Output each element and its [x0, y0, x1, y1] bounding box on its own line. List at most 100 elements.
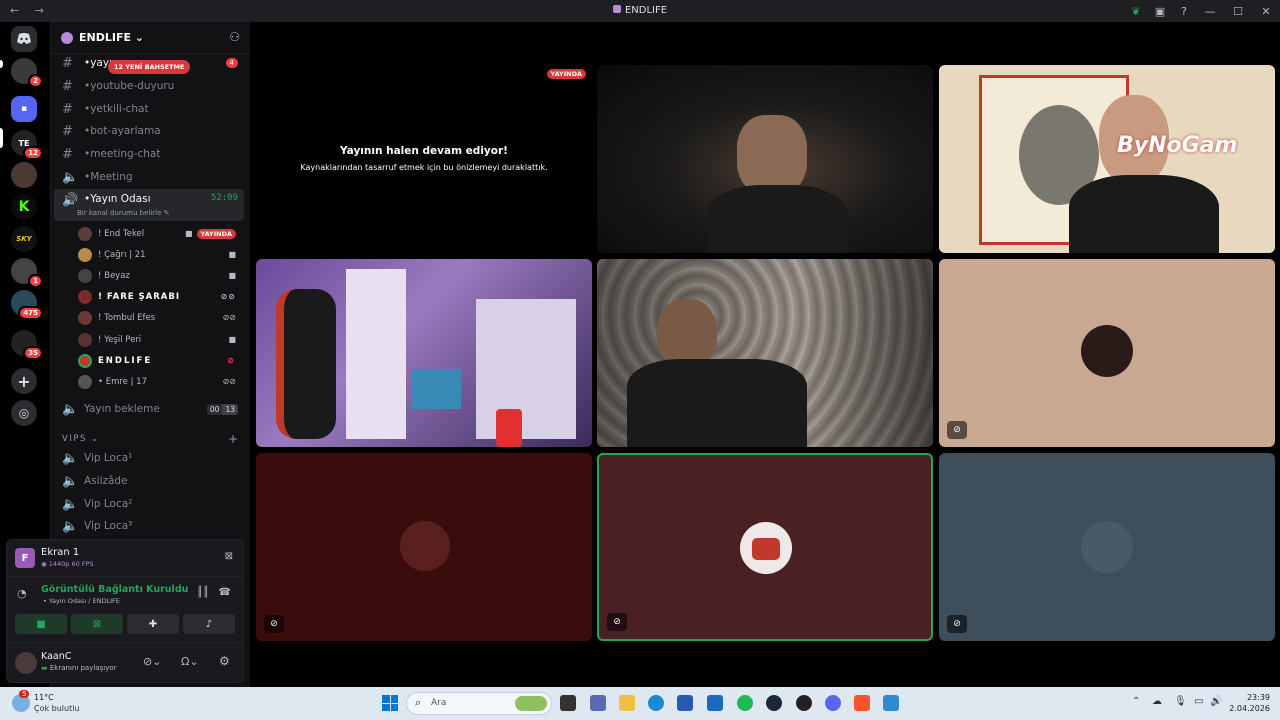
- voice-user[interactable]: • Emre | 17 ⊘⊘: [78, 372, 242, 391]
- channel-meeting-chat[interactable]: # • meeting-chat: [54, 143, 244, 165]
- server-folder[interactable]: 475: [11, 290, 43, 320]
- webcam-tile[interactable]: [597, 65, 933, 253]
- channel-youtube-duyuru[interactable]: # • youtube-duyuru: [54, 75, 244, 97]
- avatar-tile[interactable]: ⊘: [256, 453, 592, 641]
- taskbar: 5 11°C Çok bulutlu ⌕ Ara ⌃ ☁ 🎙 ▭ 🔊 23:39…: [0, 687, 1280, 720]
- copilot-icon[interactable]: [590, 695, 606, 711]
- connection-location[interactable]: • Yayın Odası / ENDLIFE: [43, 597, 120, 605]
- add-server-icon[interactable]: +: [11, 368, 37, 394]
- avatar: [78, 353, 92, 368]
- mic-muted-icon[interactable]: ⊘⌄: [143, 655, 161, 668]
- settings-gear-icon[interactable]: ⚙: [219, 654, 230, 668]
- display-icon[interactable]: ▭: [1194, 696, 1203, 707]
- task-view-icon[interactable]: [560, 695, 576, 711]
- voice-user[interactable]: ! FARE ŞARABI ⊘⊘: [78, 287, 242, 306]
- help-icon[interactable]: ?: [1172, 5, 1196, 18]
- voice-user[interactable]: ! Tombul Efes ⊘⊘: [78, 308, 242, 327]
- brave-icon[interactable]: [854, 695, 870, 711]
- camera-icon: ■: [184, 229, 193, 238]
- hash-icon: #: [62, 55, 73, 71]
- spotify-icon[interactable]: [737, 695, 753, 711]
- user-avatar[interactable]: [15, 652, 37, 674]
- app-icon[interactable]: [883, 695, 899, 711]
- mic-icon[interactable]: 🎙: [1174, 696, 1187, 707]
- user-avatar: [1081, 521, 1133, 573]
- username[interactable]: KaanC: [41, 651, 71, 662]
- webcam-tile[interactable]: [597, 259, 933, 447]
- steam-icon[interactable]: [766, 695, 782, 711]
- discord-home-icon[interactable]: [11, 26, 37, 52]
- server-endlife[interactable]: TE 12: [11, 130, 43, 160]
- weather-temp[interactable]: 11°C: [34, 693, 54, 702]
- server-avatar-4[interactable]: 35: [11, 330, 43, 360]
- discord-taskbar-icon[interactable]: [825, 695, 841, 711]
- channel-status-input[interactable]: Bir kanal durumu belirle ✎: [77, 209, 170, 217]
- channel-vip-loca-2[interactable]: 🔈 Vip Loca²: [54, 493, 244, 515]
- minimize-button[interactable]: —: [1196, 5, 1224, 18]
- gaming-chair: [276, 289, 336, 439]
- invite-icon[interactable]: ⚇: [229, 30, 240, 44]
- volume-icon[interactable]: 🔊: [1210, 696, 1222, 707]
- screen-share-button[interactable]: ⊠: [71, 614, 123, 634]
- disconnect-icon[interactable]: ☎: [219, 587, 231, 598]
- voice-user[interactable]: ! Çağrı | 21 ■: [78, 245, 242, 264]
- server-avatar-2[interactable]: [11, 162, 37, 188]
- webcam-tile[interactable]: ByNoGam: [939, 65, 1275, 253]
- category-vips[interactable]: VIPS ⌄: [62, 434, 100, 444]
- headphones-icon[interactable]: Ω⌄: [181, 655, 199, 668]
- kick-icon[interactable]: K: [11, 194, 37, 220]
- windows-start-icon[interactable]: [382, 695, 398, 711]
- clock-date[interactable]: 2.04.2026: [1226, 704, 1270, 713]
- weather-desc[interactable]: Çok bulutlu: [34, 704, 80, 713]
- outlook-icon[interactable]: [707, 695, 723, 711]
- mic-muted-icon: ⊘: [947, 421, 967, 439]
- avatar-tile[interactable]: ⊘: [939, 259, 1275, 447]
- sky-icon[interactable]: SKY: [11, 226, 37, 252]
- obs-icon[interactable]: [796, 695, 812, 711]
- shelf: [476, 299, 576, 439]
- cloud-icon[interactable]: ☁: [1152, 696, 1162, 707]
- voice-user[interactable]: ! End Tekel ■ YAYINDA: [78, 224, 242, 243]
- maximize-button[interactable]: ☐: [1224, 5, 1252, 18]
- new-mentions-pill[interactable]: 12 YENİ BAHSETME: [108, 60, 191, 74]
- paused-stream-tile[interactable]: YAYINDA Yayının halen devam ediyor! Kayn…: [256, 65, 592, 253]
- channel-bot-ayarlama[interactable]: # • bot-ayarlama: [54, 120, 244, 142]
- stop-stream-icon[interactable]: ⊠: [225, 551, 233, 562]
- explore-icon[interactable]: ◎: [11, 400, 37, 426]
- search-icon: ⌕: [415, 696, 422, 709]
- signal-icon[interactable]: ◔: [17, 587, 27, 600]
- avatar-tile[interactable]: ⊘: [939, 453, 1275, 641]
- voice-user[interactable]: ENDLIFE ⊘: [78, 351, 242, 370]
- store-icon[interactable]: [677, 695, 693, 711]
- webcam-tile[interactable]: [256, 259, 592, 447]
- channel-meeting[interactable]: 🔈 • Meeting: [54, 166, 244, 188]
- channel-yayin-bekleme[interactable]: 🔈 Yayın bekleme 00 13: [54, 398, 244, 420]
- leaf-icon[interactable]: ❦: [1124, 5, 1148, 18]
- dm-avatar[interactable]: 2: [11, 58, 43, 88]
- pencil-icon: ✎: [163, 209, 170, 217]
- inbox-icon[interactable]: ▣: [1148, 5, 1172, 18]
- channel-asilzade[interactable]: 🔈 Asilzâde: [54, 470, 244, 492]
- tray-overflow-icon[interactable]: ⌃: [1132, 696, 1140, 707]
- noise-suppression-icon[interactable]: ║║: [197, 587, 209, 598]
- server-header[interactable]: ENDLIFE ⌄ ⚇: [51, 22, 250, 54]
- channel-vip-loca-1[interactable]: 🔈 Vip Loca¹: [54, 447, 244, 469]
- voice-user[interactable]: ! Beyaz ■: [78, 266, 242, 285]
- add-channel-icon[interactable]: +: [228, 432, 238, 446]
- avatar-tile-speaking[interactable]: ⊘: [597, 453, 933, 641]
- edge-icon[interactable]: [648, 695, 664, 711]
- speaker-icon: 🔈: [62, 401, 79, 417]
- soundboard-button[interactable]: ♪: [183, 614, 235, 634]
- camera-button[interactable]: ■: [15, 614, 67, 634]
- activities-button[interactable]: ✚: [127, 614, 179, 634]
- channel-vip-loca-3[interactable]: 🔈 Vip Loca³: [54, 515, 244, 537]
- clock-time[interactable]: 23:39: [1232, 693, 1270, 702]
- connection-status[interactable]: Görüntülü Bağlantı Kuruldu: [41, 584, 188, 595]
- folder-icon[interactable]: ▪: [11, 96, 37, 122]
- taskbar-search[interactable]: ⌕ Ara: [406, 692, 552, 715]
- voice-user[interactable]: ! Yeşil Peri ■: [78, 330, 242, 349]
- channel-yetkili-chat[interactable]: # • yetkili-chat: [54, 98, 244, 120]
- file-explorer-icon[interactable]: [619, 695, 635, 711]
- close-button[interactable]: ✕: [1252, 5, 1280, 18]
- server-avatar-3[interactable]: 1: [11, 258, 43, 288]
